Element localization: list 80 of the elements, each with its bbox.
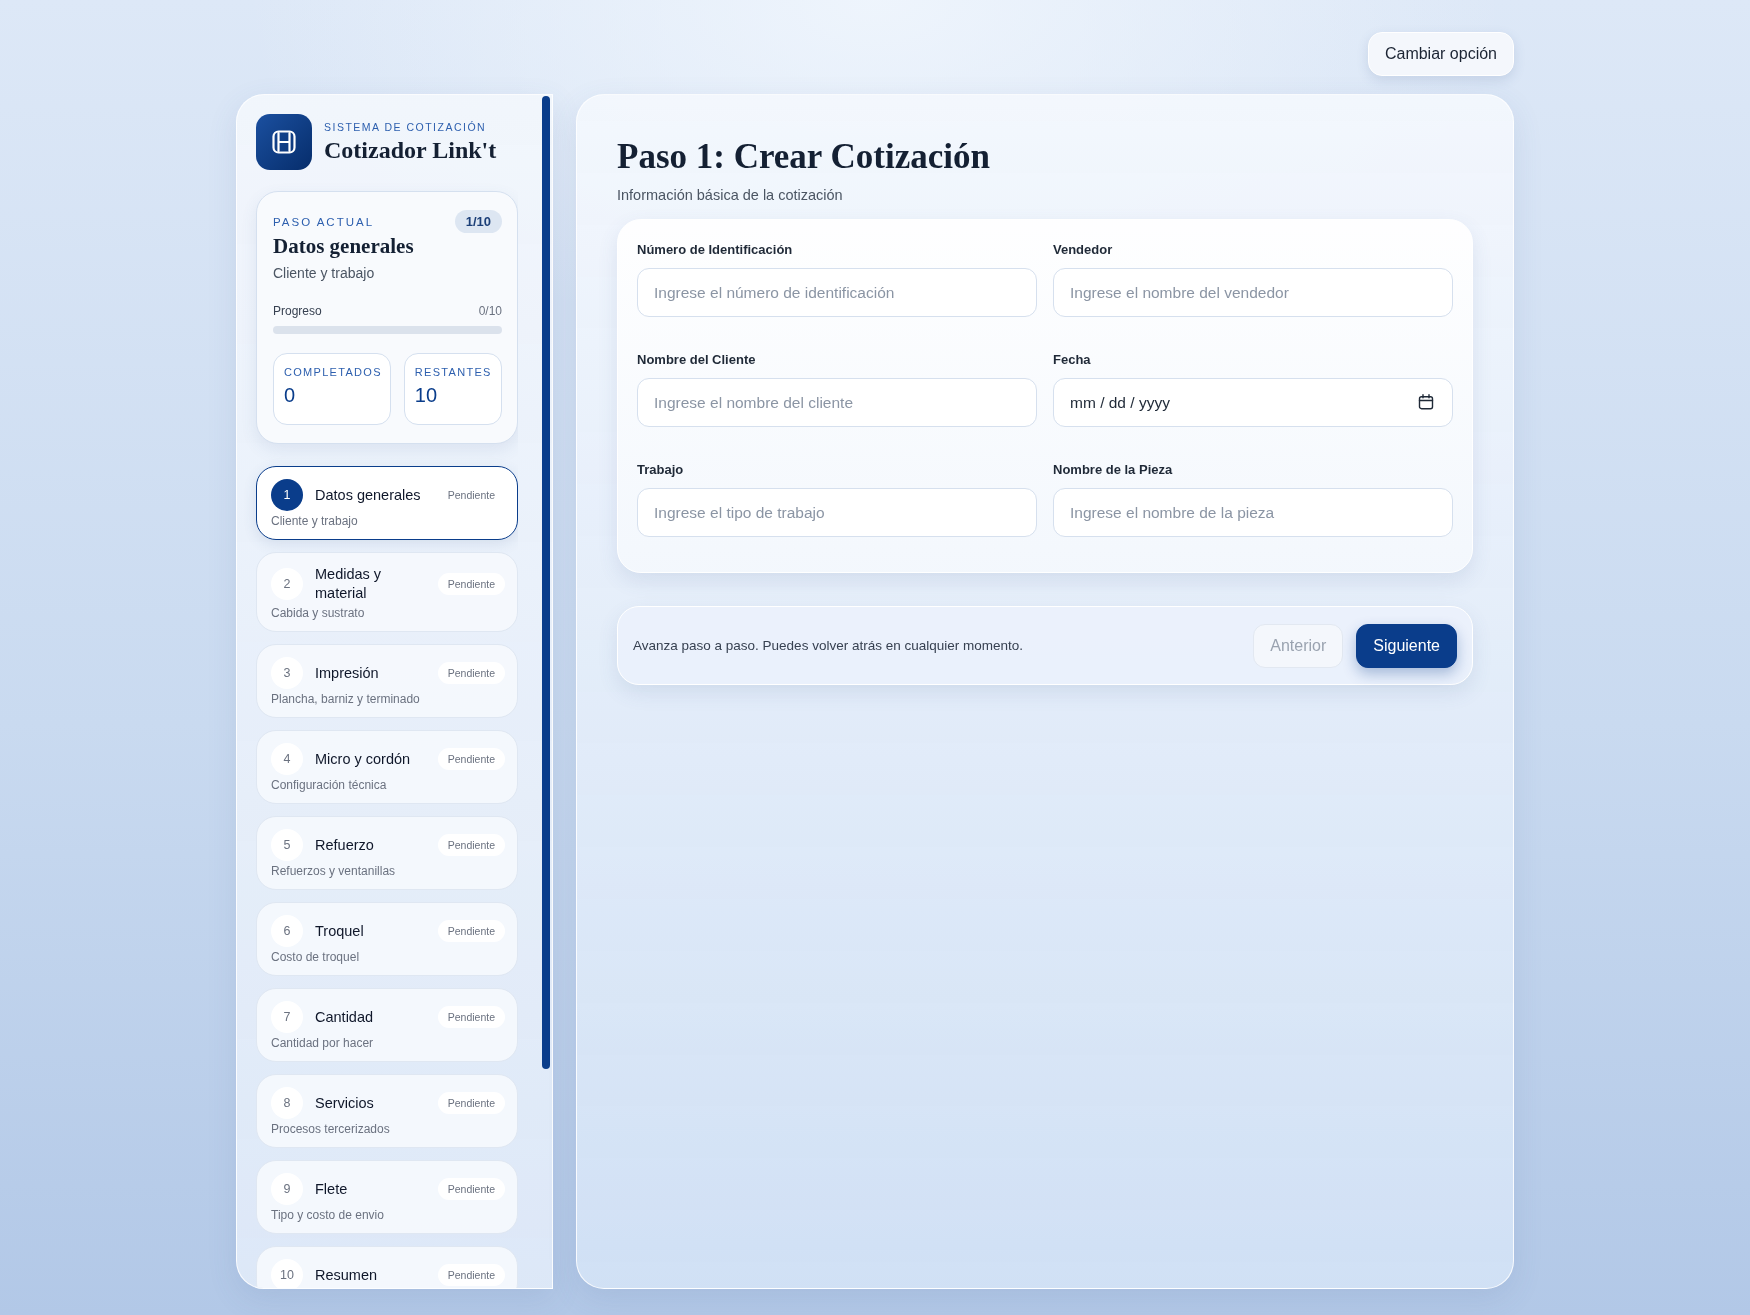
status-pill: Pendiente [437, 834, 505, 856]
step-item[interactable]: 10 Resumen Pendiente [256, 1246, 518, 1288]
step-title: Servicios [315, 1093, 375, 1113]
progress-reading: 0/10 [478, 304, 502, 318]
field-label: Número de Identificación [637, 242, 794, 258]
step-number: 1 [271, 479, 303, 511]
step-subtitle: Costo de troquel [271, 950, 361, 964]
step-number: 10 [271, 1259, 303, 1288]
date-input[interactable]: mm / dd / yyyy [1053, 378, 1453, 427]
step-item[interactable]: 6 Troquel Pendiente Costo de troquel [256, 902, 518, 976]
text-input[interactable]: Ingrese el nombre del cliente [637, 378, 1037, 427]
step-subtitle: Plancha, barniz y terminado [271, 692, 421, 706]
card-label: PASO ACTUAL [273, 215, 375, 228]
step-title: Medidas y material [315, 565, 383, 603]
brand-title: Cotizador Link't [324, 136, 497, 164]
step-number: 5 [271, 829, 303, 861]
text-input[interactable]: Ingrese el nombre del vendedor [1053, 268, 1453, 317]
scrollbar-thumb[interactable] [542, 96, 550, 1069]
step-number: 8 [271, 1087, 303, 1119]
step-subtitle: Procesos tercerizados [271, 1122, 391, 1136]
footer-hint: Avanza paso a paso. Puedes volver atrás en cualquier momento. [633, 638, 1024, 653]
step-subtitle: Refuerzos y ventanillas [271, 864, 397, 878]
step-item[interactable]: 8 Servicios Pendiente Procesos tercerizados [256, 1074, 518, 1148]
step-title: Datos generales [315, 485, 422, 505]
step-item[interactable]: 9 Flete Pendiente Tipo y costo de envio [256, 1160, 518, 1234]
status-pill: Pendiente [437, 748, 505, 770]
status-pill: Pendiente [437, 1006, 505, 1028]
status-pill: Pendiente [437, 920, 505, 942]
brand-eyebrow: SISTEMA DE COTIZACIÓN [324, 120, 488, 133]
step-number: 2 [271, 568, 303, 600]
change-option-button[interactable]: Cambiar opción [1367, 32, 1514, 76]
step-title: Troquel [315, 921, 365, 941]
step-item[interactable]: 4 Micro y cordón Pendiente Configuración técnica [256, 730, 518, 804]
step-number: 6 [271, 915, 303, 947]
status-pill: Pendiente [437, 573, 505, 595]
step-number: 9 [271, 1173, 303, 1205]
calendar-icon[interactable] [1418, 394, 1434, 410]
status-pill: Pendiente [437, 1178, 505, 1200]
page-subtitle: Información básica de la cotización [617, 187, 844, 203]
text-input[interactable]: Ingrese el número de identificación [637, 268, 1037, 317]
current-step-subtitle: Cliente y trabajo [273, 265, 376, 281]
field-label: Trabajo [637, 462, 685, 478]
step-subtitle: Cliente y trabajo [271, 514, 359, 528]
field-label: Vendedor [1053, 242, 1114, 258]
current-step-title: Datos generales [273, 234, 415, 259]
step-subtitle: Cantidad por hacer [271, 1036, 375, 1050]
text-input[interactable]: Ingrese el tipo de trabajo [637, 488, 1037, 537]
step-item[interactable]: 5 Refuerzo Pendiente Refuerzos y ventanillas [256, 816, 518, 890]
step-number: 7 [271, 1001, 303, 1033]
step-title: Resumen [315, 1265, 379, 1285]
step-subtitle: Tipo y costo de envio [271, 1208, 385, 1222]
step-counter: 1/10 [454, 210, 502, 233]
stat-value: 0 [284, 384, 297, 407]
step-item[interactable]: 2 Medidas y material Pendiente Cabida y sustrato [256, 552, 518, 632]
stat-label: COMPLETADOS [284, 366, 382, 378]
field-label: Nombre del Cliente [637, 352, 757, 368]
logo-icon [256, 114, 312, 170]
step-title: Cantidad [315, 1007, 375, 1027]
field-label: Fecha [1053, 352, 1092, 368]
step-subtitle: Cabida y sustrato [271, 606, 366, 620]
step-title: Flete [315, 1179, 349, 1199]
step-title: Impresión [315, 663, 380, 683]
status-pill: Pendiente [437, 1264, 505, 1286]
step-title: Refuerzo [315, 835, 375, 855]
next-button[interactable]: Siguiente [1356, 623, 1457, 668]
stat-label: RESTANTES [414, 366, 493, 378]
step-item[interactable]: 3 Impresión Pendiente Plancha, barniz y terminado [256, 644, 518, 718]
step-item[interactable]: 7 Cantidad Pendiente Cantidad por hacer [256, 988, 518, 1062]
step-title: Micro y cordón [315, 749, 412, 769]
progress-label: Progreso [273, 304, 322, 318]
status-pill: Pendiente [437, 662, 505, 684]
stat-value: 10 [414, 384, 439, 407]
step-subtitle: Configuración técnica [271, 778, 388, 792]
field-label: Nombre de la Pieza [1053, 462, 1174, 478]
text-input[interactable]: Ingrese el nombre de la pieza [1053, 488, 1453, 537]
step-item[interactable]: 1 Datos generales Pendiente Cliente y trabajo [256, 466, 518, 540]
page-title: Paso 1: Crear Cotización [617, 136, 991, 178]
status-pill: Pendiente [437, 1092, 505, 1114]
step-number: 3 [271, 657, 303, 689]
step-number: 4 [271, 743, 303, 775]
